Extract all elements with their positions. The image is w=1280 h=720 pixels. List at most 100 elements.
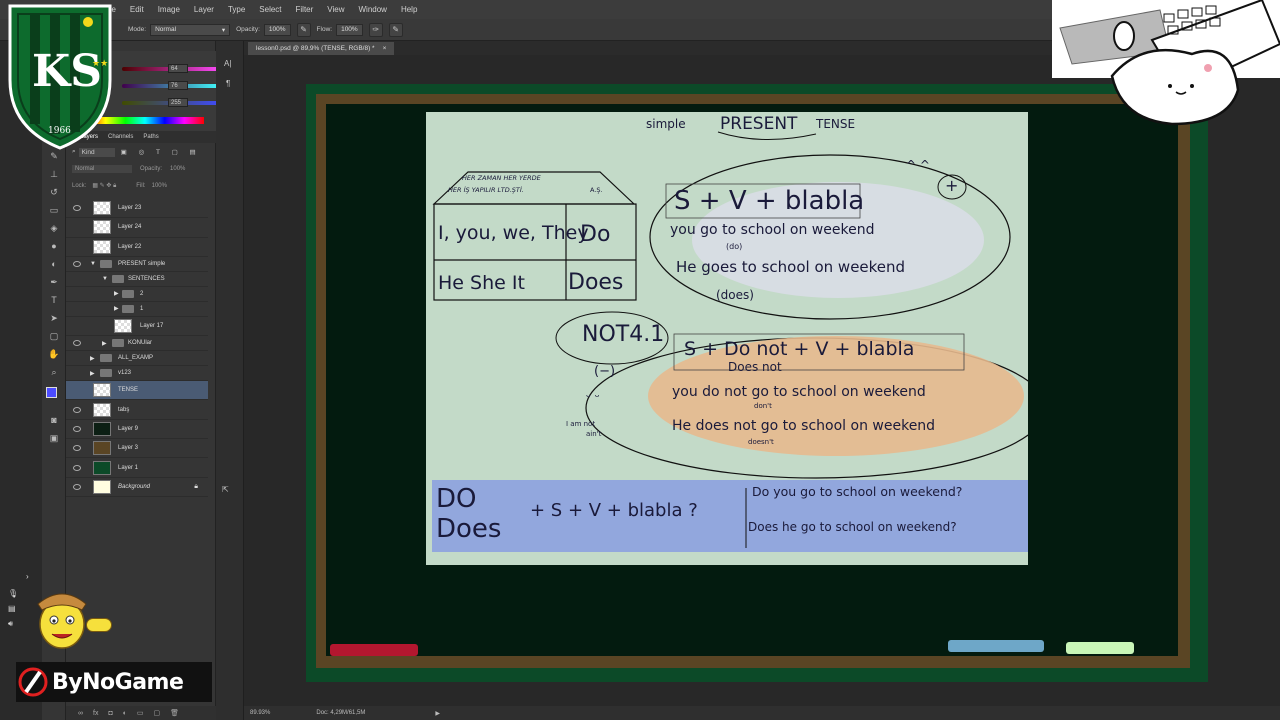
menu-type[interactable]: Type xyxy=(221,5,252,14)
zoom-level[interactable]: 89.93% xyxy=(250,710,270,716)
layer-group-row[interactable]: ▶ ALL_EXAMP xyxy=(66,351,208,367)
layer-opacity-value[interactable]: 100% xyxy=(170,166,185,172)
layer-row[interactable]: Layer 23 xyxy=(66,199,208,219)
menu-edit[interactable]: Edit xyxy=(123,5,151,14)
positive-example-2: He goes to school on weekend xyxy=(676,258,906,276)
flow-field[interactable]: 100% xyxy=(336,23,363,36)
menu-filter[interactable]: Filter xyxy=(289,5,321,14)
eye-icon[interactable] xyxy=(73,445,81,452)
folder-icon xyxy=(100,259,112,268)
path-select-icon[interactable]: ➤ xyxy=(47,311,61,325)
opacity-field[interactable]: 100% xyxy=(263,23,291,36)
layer-group-row[interactable]: ▶ v123 xyxy=(66,366,208,382)
layer-name: Layer 1 xyxy=(118,464,139,471)
expand-icon[interactable]: ▶ xyxy=(102,340,107,347)
mask-icon[interactable]: ◘ xyxy=(108,710,112,717)
eye-icon[interactable] xyxy=(73,425,81,432)
layer-group-row[interactable]: ▼ SENTENCES xyxy=(66,272,208,287)
eye-icon[interactable] xyxy=(73,464,81,471)
layer-group-row[interactable]: ▶ 2 xyxy=(66,287,208,302)
green-value[interactable]: 76 xyxy=(168,81,188,90)
close-icon[interactable]: × xyxy=(383,45,387,52)
history-panel-icon[interactable]: ⇱ xyxy=(222,485,229,494)
layer-row[interactable]: Layer 22 xyxy=(66,238,208,257)
link-icon[interactable]: ∞ xyxy=(78,710,83,717)
adjustment-icon[interactable]: ◐ xyxy=(123,710,127,717)
layer-row[interactable]: tabş xyxy=(66,400,208,420)
expand-icon[interactable]: ▼ xyxy=(90,261,96,267)
layer-group-row[interactable]: ▶ KONUlar xyxy=(66,336,208,352)
pen-icon[interactable]: ✒ xyxy=(47,275,61,289)
eye-icon[interactable] xyxy=(73,340,81,347)
fill-value[interactable]: 100% xyxy=(152,183,167,189)
shape-tool-icon[interactable]: ▢ xyxy=(47,329,61,343)
layer-row-selected[interactable]: TENSE xyxy=(66,381,208,401)
network-icon: ▤ xyxy=(8,604,16,613)
hand-tool-icon[interactable]: ✋ xyxy=(47,347,61,361)
trash-icon[interactable]: 🗑︎ xyxy=(170,709,179,717)
paint-bucket-icon[interactable]: ◈ xyxy=(47,221,61,235)
expand-icon[interactable]: ▼ xyxy=(102,276,108,282)
folder-icon xyxy=(122,289,134,298)
lock-icons[interactable]: ▦ ✎ ✥ 🔒︎ xyxy=(92,182,116,190)
document-tabbar: lesson0.psd @ 89,9% (TENSE, RGB/8) * × xyxy=(244,41,1052,55)
eraser-icon[interactable]: ▭ xyxy=(47,203,61,217)
layer-row[interactable]: Layer 9 xyxy=(66,420,208,440)
screen-mode-icon[interactable]: ▣ xyxy=(47,431,61,445)
brush-tool-icon[interactable]: ✎ xyxy=(47,149,61,163)
history-brush-icon[interactable]: ↺ xyxy=(47,185,61,199)
expand-icon[interactable]: ▶ xyxy=(90,370,95,377)
layer-row[interactable]: Layer 3 xyxy=(66,439,208,459)
filter-icons[interactable]: ▣ ◎ T ▢ ▤ xyxy=(121,148,201,156)
layer-row[interactable]: Layer 1 xyxy=(66,458,208,478)
layer-name: ALL_EXAMP xyxy=(118,355,154,362)
red-value[interactable]: 64 xyxy=(168,64,188,73)
blur-icon[interactable]: ● xyxy=(47,239,61,253)
document-tab[interactable]: lesson0.psd @ 89,9% (TENSE, RGB/8) * × xyxy=(248,42,395,55)
menu-window[interactable]: Window xyxy=(352,5,394,14)
opacity-label: Opacity: xyxy=(236,26,260,33)
expand-icon[interactable]: ▶ xyxy=(114,305,119,312)
layer-opacity-label: Opacity: xyxy=(140,166,163,172)
menu-select[interactable]: Select xyxy=(252,5,288,14)
layer-row[interactable]: Background 🔒︎ xyxy=(66,478,208,497)
left-status-icons: 🎙︎ ▤ 🔊︎ xyxy=(8,586,18,631)
collapsed-panels: A| ¶ ⇱ xyxy=(216,41,244,720)
clone-stamp-icon[interactable]: ⊥ xyxy=(47,167,61,181)
mode-select[interactable]: Normal ▾ xyxy=(150,23,231,36)
pressure-opacity-icon[interactable]: ✎ xyxy=(296,22,311,37)
new-group-icon[interactable]: ▭ xyxy=(137,709,144,717)
paragraph-panel-icon[interactable]: ¶ xyxy=(226,79,230,88)
fx-icon[interactable]: fx xyxy=(93,710,98,717)
type-tool-icon[interactable]: T xyxy=(47,293,61,307)
foreground-color-swatch[interactable] xyxy=(46,387,57,398)
menu-help[interactable]: Help xyxy=(394,5,424,14)
layer-group-row[interactable]: ▼ PRESENT simple xyxy=(66,257,208,272)
tab-paths[interactable]: Paths xyxy=(143,134,158,140)
eye-icon[interactable] xyxy=(73,406,81,413)
dodge-icon[interactable]: ◐ xyxy=(47,257,61,271)
menu-view[interactable]: View xyxy=(320,5,351,14)
blend-mode-select[interactable]: Normal xyxy=(72,165,132,173)
eye-icon[interactable] xyxy=(73,260,81,267)
new-layer-icon[interactable]: ▢ xyxy=(154,709,161,717)
eye-icon[interactable] xyxy=(73,483,81,490)
character-panel-icon[interactable]: A| xyxy=(224,59,231,68)
expand-icon[interactable]: ▶ xyxy=(114,290,119,297)
menu-image[interactable]: Image xyxy=(151,5,187,14)
pressure-size-icon[interactable]: ✎ xyxy=(388,22,403,37)
layer-row[interactable]: Layer 24 xyxy=(66,218,208,238)
airbrush-icon[interactable]: ✑ xyxy=(368,22,383,37)
chevron-right-icon[interactable]: › xyxy=(26,572,29,581)
expand-icon[interactable]: ▶ xyxy=(90,355,95,362)
blue-value[interactable]: 255 xyxy=(168,98,188,107)
layer-row[interactable]: Layer 17 xyxy=(66,317,208,337)
status-arrow-icon[interactable]: ▶ xyxy=(435,710,440,717)
eye-icon[interactable] xyxy=(73,205,81,212)
menu-layer[interactable]: Layer xyxy=(187,5,221,14)
zoom-tool-icon[interactable]: ⌕ xyxy=(47,365,61,379)
mascot-hand xyxy=(86,618,112,632)
layer-group-row[interactable]: ▶ 1 xyxy=(66,302,208,317)
quick-mask-icon[interactable]: ◙ xyxy=(47,413,61,427)
mode-value: Normal xyxy=(155,26,177,33)
